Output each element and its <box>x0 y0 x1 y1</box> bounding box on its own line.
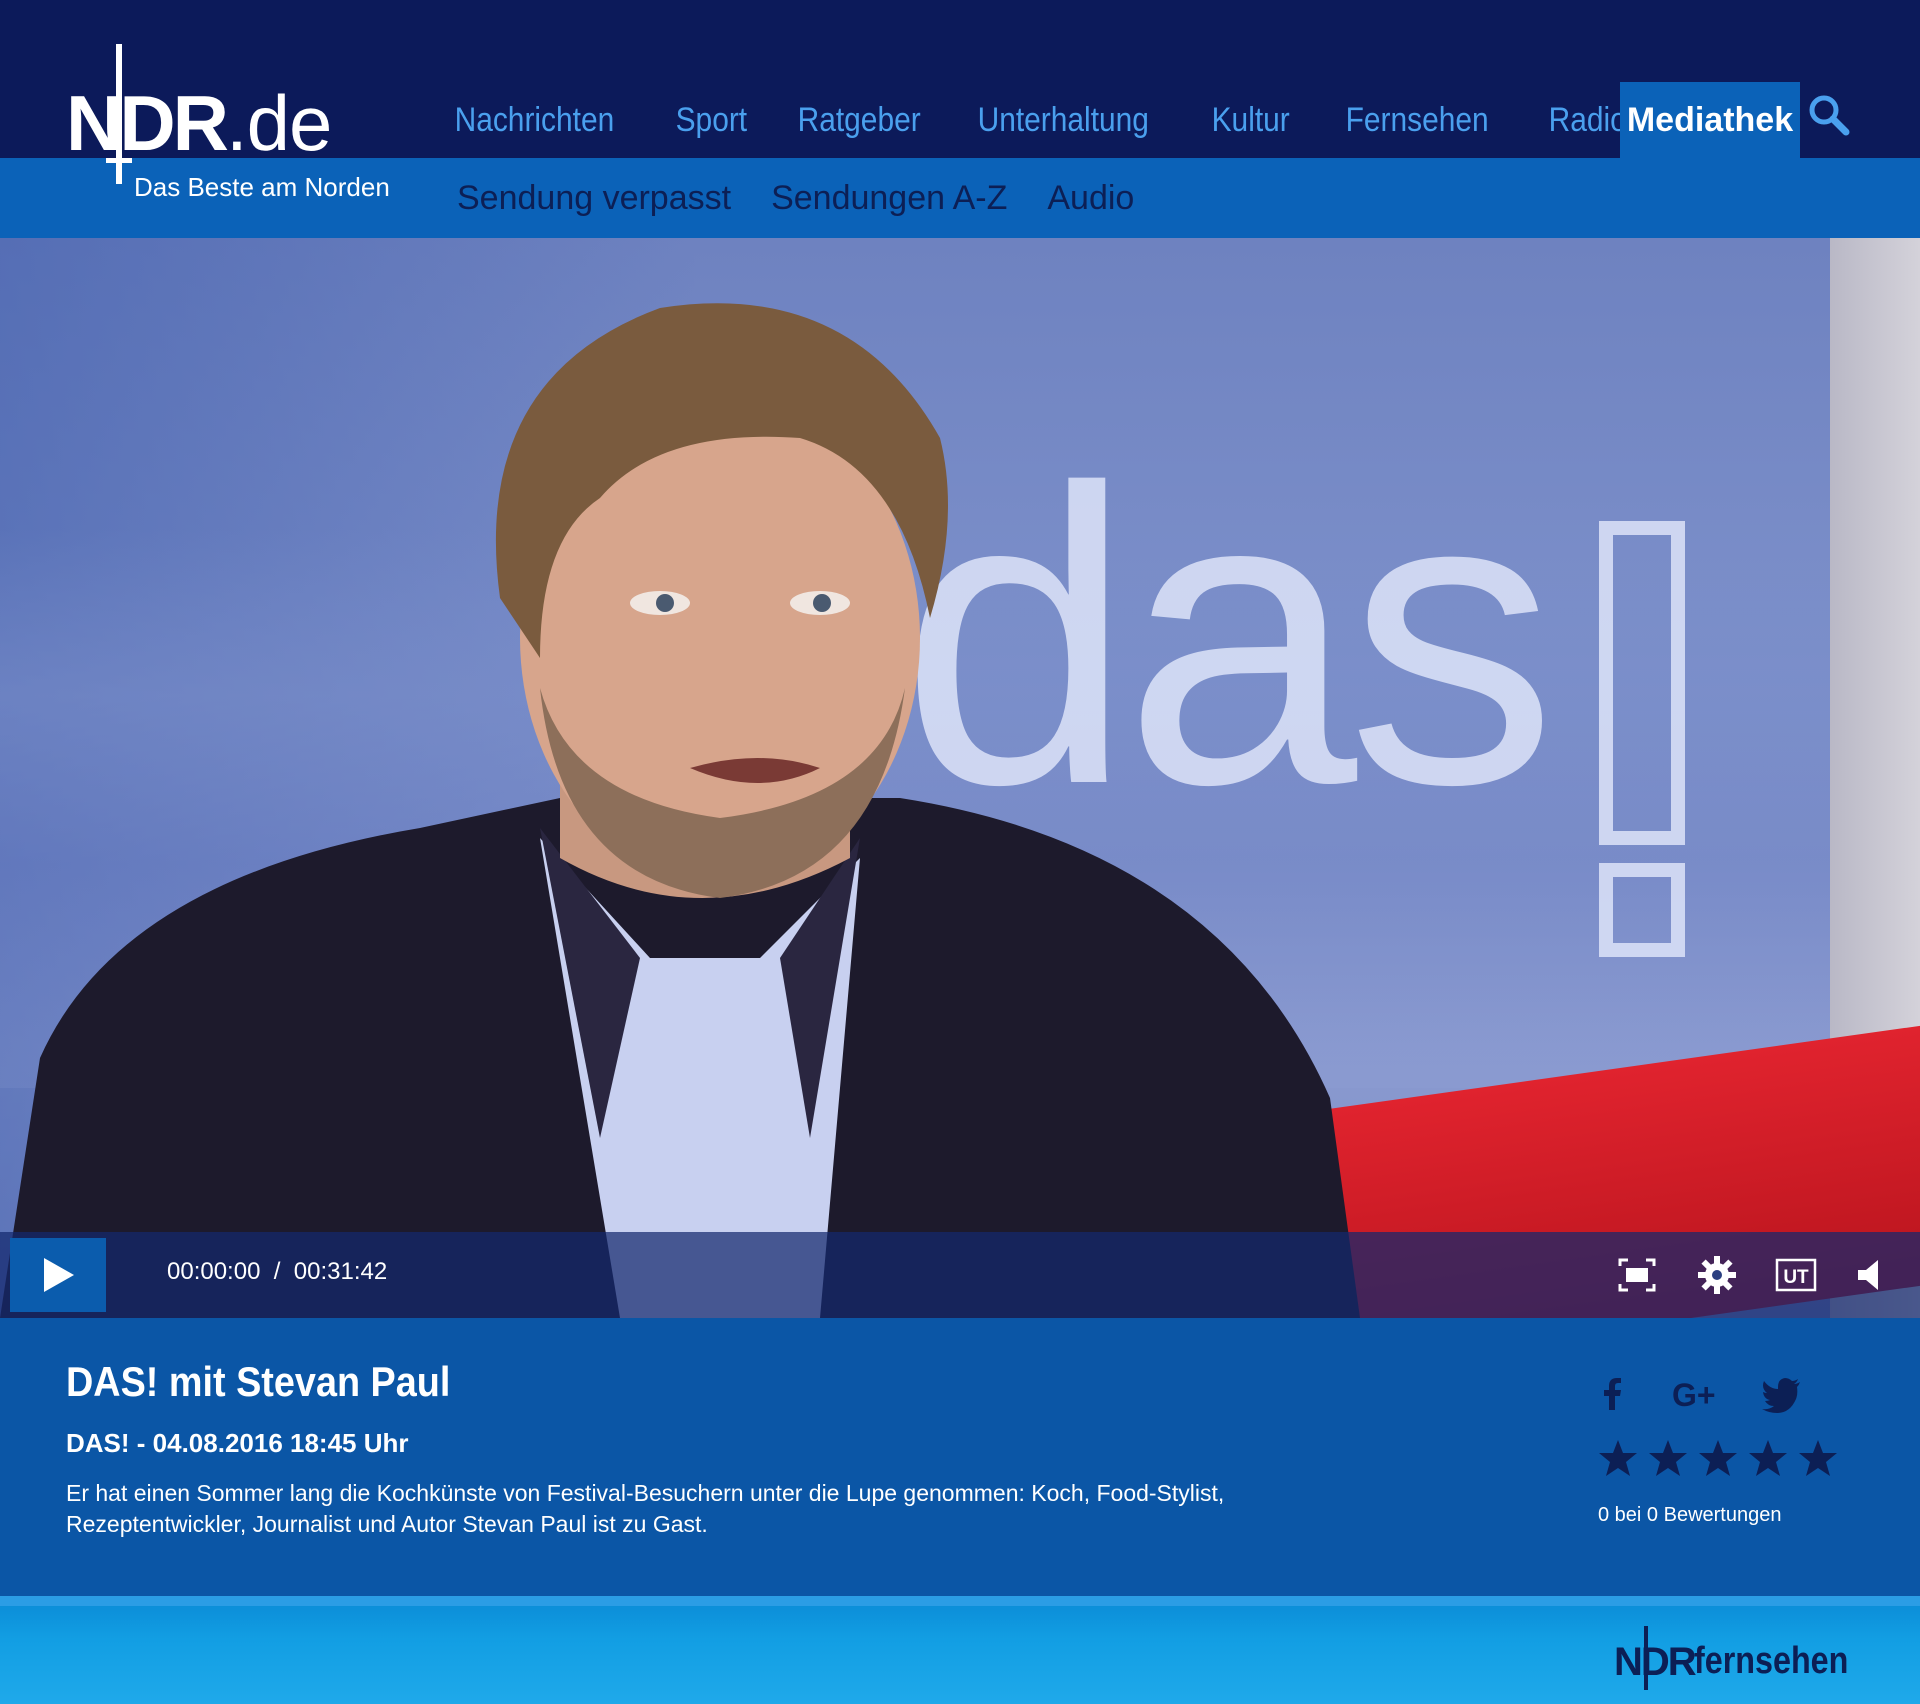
subtitles-icon[interactable]: UT <box>1773 1252 1819 1298</box>
nav-item-mediathek[interactable]: Mediathek <box>1620 82 1800 158</box>
rating-text: 0 bei 0 Bewertungen <box>1598 1504 1782 1526</box>
rating-star-1[interactable] <box>1598 1438 1638 1478</box>
site-header: NDR.de Das Beste am Norden Nachrichten S… <box>0 0 1920 238</box>
main-nav-left: Nachrichten Sport Ratgeber Unterhaltung … <box>437 82 1323 158</box>
subnav-sendung-verpasst[interactable]: Sendung verpasst <box>437 179 751 218</box>
rating-star-2[interactable] <box>1648 1438 1688 1478</box>
nav-item-fernsehen[interactable]: Fernsehen <box>1328 101 1506 140</box>
logo-suffix-text: .de <box>226 79 332 167</box>
search-icon[interactable] <box>1806 92 1852 138</box>
current-time: 00:00:00 <box>167 1258 261 1285</box>
duration: 00:31:42 <box>293 1258 388 1285</box>
volume-icon[interactable] <box>1852 1252 1898 1298</box>
facebook-icon[interactable] <box>1590 1372 1634 1416</box>
logo-main-text: NDR <box>66 79 229 167</box>
play-button[interactable] <box>10 1238 106 1312</box>
svg-text:G+: G+ <box>1672 1377 1716 1413</box>
site-footer: NDR fernsehen <box>0 1596 1920 1704</box>
sub-nav: Sendung verpasst Sendungen A-Z Audio <box>437 158 1154 238</box>
footer-logo-ndr: NDR <box>1614 1640 1697 1684</box>
logo-claim: Das Beste am Norden <box>134 172 390 202</box>
time-separator: / <box>273 1258 281 1285</box>
rating-star-3[interactable] <box>1698 1438 1738 1478</box>
rating-star-5[interactable] <box>1798 1438 1838 1478</box>
time-display: 00:00:00 / 00:31:42 <box>167 1258 387 1286</box>
video-frame-guest <box>0 303 1360 1318</box>
rating-stars <box>1598 1438 1838 1478</box>
nav-item-unterhaltung[interactable]: Unterhaltung <box>960 101 1167 140</box>
video-title: DAS! mit Stevan Paul <box>66 1358 451 1405</box>
play-icon <box>44 1258 74 1292</box>
google-plus-icon[interactable]: G+ <box>1672 1372 1716 1416</box>
nav-item-nachrichten[interactable]: Nachrichten <box>437 101 632 140</box>
video-meta: DAS! - 04.08.2016 18:45 Uhr <box>66 1428 409 1458</box>
nav-item-ratgeber[interactable]: Ratgeber <box>780 101 938 140</box>
rating-star-4[interactable] <box>1748 1438 1788 1478</box>
main-nav-right: Fernsehen Radio <box>1328 82 1659 158</box>
ndr-logo[interactable]: NDR.de Das Beste am Norden <box>66 40 390 210</box>
twitter-icon[interactable] <box>1760 1372 1804 1416</box>
settings-icon[interactable] <box>1694 1252 1740 1298</box>
ndr-fernsehen-logo[interactable]: NDR fernsehen <box>1614 1622 1854 1692</box>
video-info: DAS! mit Stevan Paul DAS! - 04.08.2016 1… <box>0 1318 1920 1596</box>
nav-item-sport[interactable]: Sport <box>658 101 765 140</box>
footer-stripe <box>0 1596 1920 1606</box>
player-controls: 00:00:00 / 00:31:42 UT <box>0 1232 1920 1318</box>
video-player[interactable]: das 00:00:00 / 00:31:42 UT <box>0 238 1920 1318</box>
nav-item-kultur[interactable]: Kultur <box>1194 101 1307 140</box>
subnav-audio[interactable]: Audio <box>1027 179 1154 218</box>
logo-wordmark: NDR.de <box>66 84 332 162</box>
subtitles-label: UT <box>1783 1267 1809 1288</box>
subnav-sendungen-a-z[interactable]: Sendungen A-Z <box>751 179 1027 218</box>
footer-logo-channel: fernsehen <box>1694 1640 1849 1682</box>
video-description: Er hat einen Sommer lang die Kochkünste … <box>66 1480 1225 1537</box>
fullscreen-icon[interactable] <box>1614 1252 1660 1298</box>
